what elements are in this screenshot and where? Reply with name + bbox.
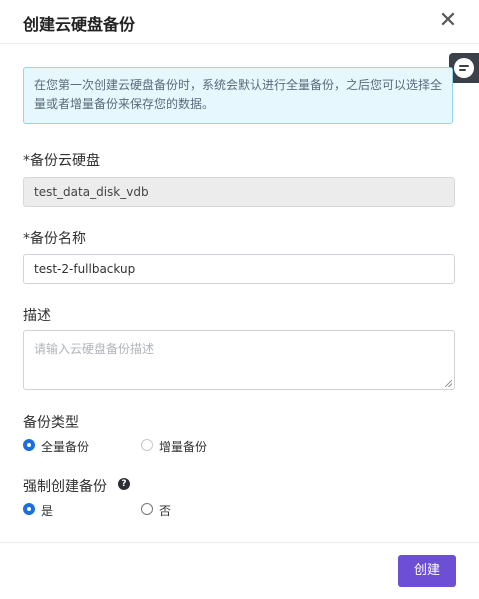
disk-field: test_data_disk_vdb xyxy=(23,177,455,207)
name-input[interactable]: test-2-fullbackup xyxy=(23,254,455,284)
radio-full-backup-label: 全量备份 xyxy=(41,440,90,454)
radio-checked-icon xyxy=(23,439,35,451)
name-label: *备份名称 xyxy=(23,231,86,247)
create-button[interactable]: 创建 xyxy=(398,555,456,587)
chat-icon[interactable] xyxy=(449,53,479,83)
footer-divider xyxy=(0,542,479,543)
radio-unchecked-icon xyxy=(141,439,153,451)
radio-force-no-label: 否 xyxy=(159,504,172,518)
close-icon[interactable]: ✕ xyxy=(438,10,458,32)
force-backup-label: 强制创建备份 xyxy=(23,479,107,495)
description-textarea[interactable]: 请输入云硬盘备份描述 xyxy=(23,330,455,390)
dialog-title: 创建云硬盘备份 xyxy=(23,15,136,34)
radio-force-yes-label: 是 xyxy=(41,504,54,518)
description-label: 描述 xyxy=(23,308,51,324)
dialog-header: 创建云硬盘备份 ✕ xyxy=(0,0,479,44)
resize-handle[interactable] xyxy=(445,380,452,387)
info-notice: 在您第一次创建云硬盘备份时，系统会默认进行全量备份，之后您可以选择全量或者增量备… xyxy=(23,67,453,124)
radio-unchecked-icon xyxy=(141,503,153,515)
backup-type-label: 备份类型 xyxy=(23,415,79,431)
radio-incremental-backup-label: 增量备份 xyxy=(159,440,208,454)
disk-label: *备份云硬盘 xyxy=(23,153,100,169)
radio-checked-icon xyxy=(23,503,35,515)
question-icon[interactable]: ? xyxy=(118,478,130,490)
description-placeholder: 请输入云硬盘备份描述 xyxy=(34,342,155,356)
create-backup-dialog: 创建云硬盘备份 ✕ 在您第一次创建云硬盘备份时，系统会默认进行全量备份，之后您可… xyxy=(0,0,479,599)
